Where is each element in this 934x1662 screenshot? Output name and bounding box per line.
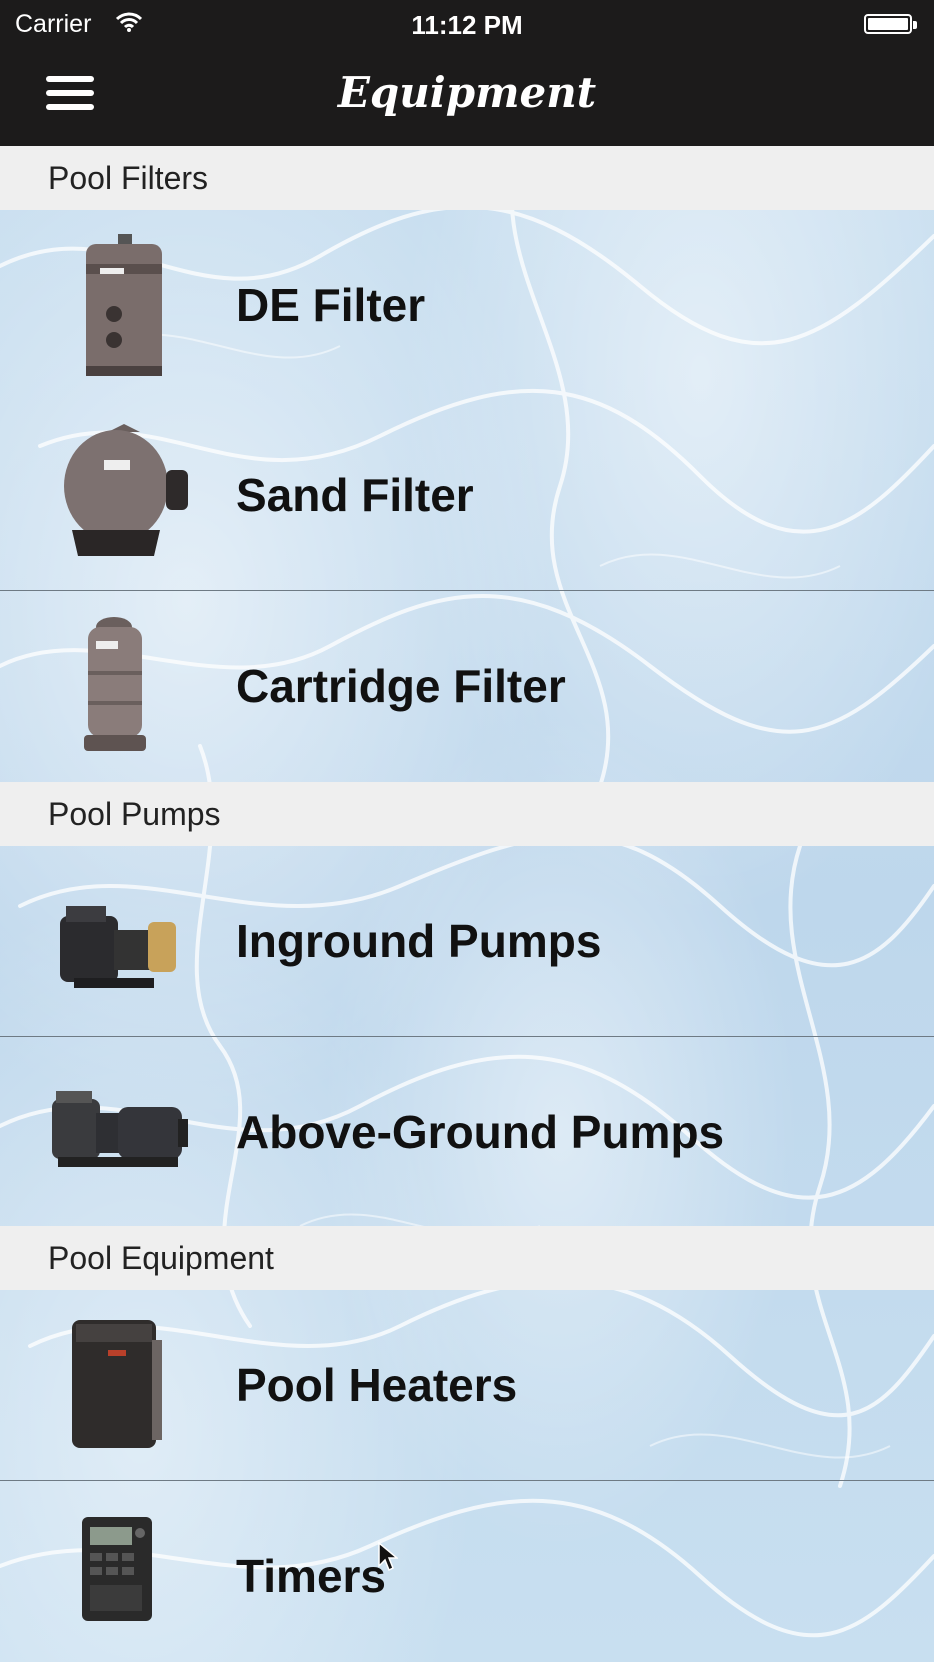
battery-icon — [864, 14, 917, 34]
sand-filter-image — [64, 424, 188, 556]
section-title: Pool Filters — [48, 160, 209, 196]
status-bar: Carrier 11:12 PM — [0, 0, 934, 50]
list-item-de-filter[interactable]: DE Filter — [0, 210, 934, 400]
equipment-list[interactable]: Pool Filters DE Filter Sand Filter Cartr… — [0, 146, 934, 1662]
timer-image — [82, 1517, 152, 1621]
list-item-label: Inground Pumps — [236, 915, 602, 967]
list-item-label: Timers — [236, 1550, 387, 1602]
section-title: Pool Equipment — [48, 1240, 274, 1276]
mouse-cursor-icon — [378, 1542, 398, 1572]
section-header-pool-filters: Pool Filters — [0, 146, 934, 210]
list-item-timers[interactable]: Timers — [0, 1480, 934, 1662]
inground-pump-image — [60, 906, 176, 988]
section-title: Pool Pumps — [48, 796, 221, 832]
section-header-pool-pumps: Pool Pumps — [0, 782, 934, 846]
section-header-pool-equipment: Pool Equipment — [0, 1226, 934, 1290]
list-item-inground-pumps[interactable]: Inground Pumps — [0, 846, 934, 1036]
list-item-label: DE Filter — [236, 279, 426, 331]
list-item-cartridge-filter[interactable]: Cartridge Filter — [0, 590, 934, 781]
status-time: 11:12 PM — [411, 10, 523, 40]
navigation-bar: Carrier 11:12 PM Equipment — [0, 0, 934, 146]
list-item-above-ground-pumps[interactable]: Above-Ground Pumps — [0, 1036, 934, 1227]
page-title: Equipment — [337, 68, 597, 117]
de-filter-image — [86, 234, 162, 376]
list-item-label: Pool Heaters — [236, 1359, 518, 1411]
cartridge-filter-image — [84, 617, 146, 751]
list-item-label: Cartridge Filter — [236, 660, 566, 712]
pool-heater-image — [72, 1320, 162, 1448]
list-item-label: Sand Filter — [236, 469, 474, 521]
list-item-pool-heaters[interactable]: Pool Heaters — [0, 1290, 934, 1480]
list-item-label: Above-Ground Pumps — [236, 1106, 725, 1158]
above-ground-pump-image — [52, 1091, 188, 1167]
list-item-sand-filter[interactable]: Sand Filter — [0, 400, 934, 590]
